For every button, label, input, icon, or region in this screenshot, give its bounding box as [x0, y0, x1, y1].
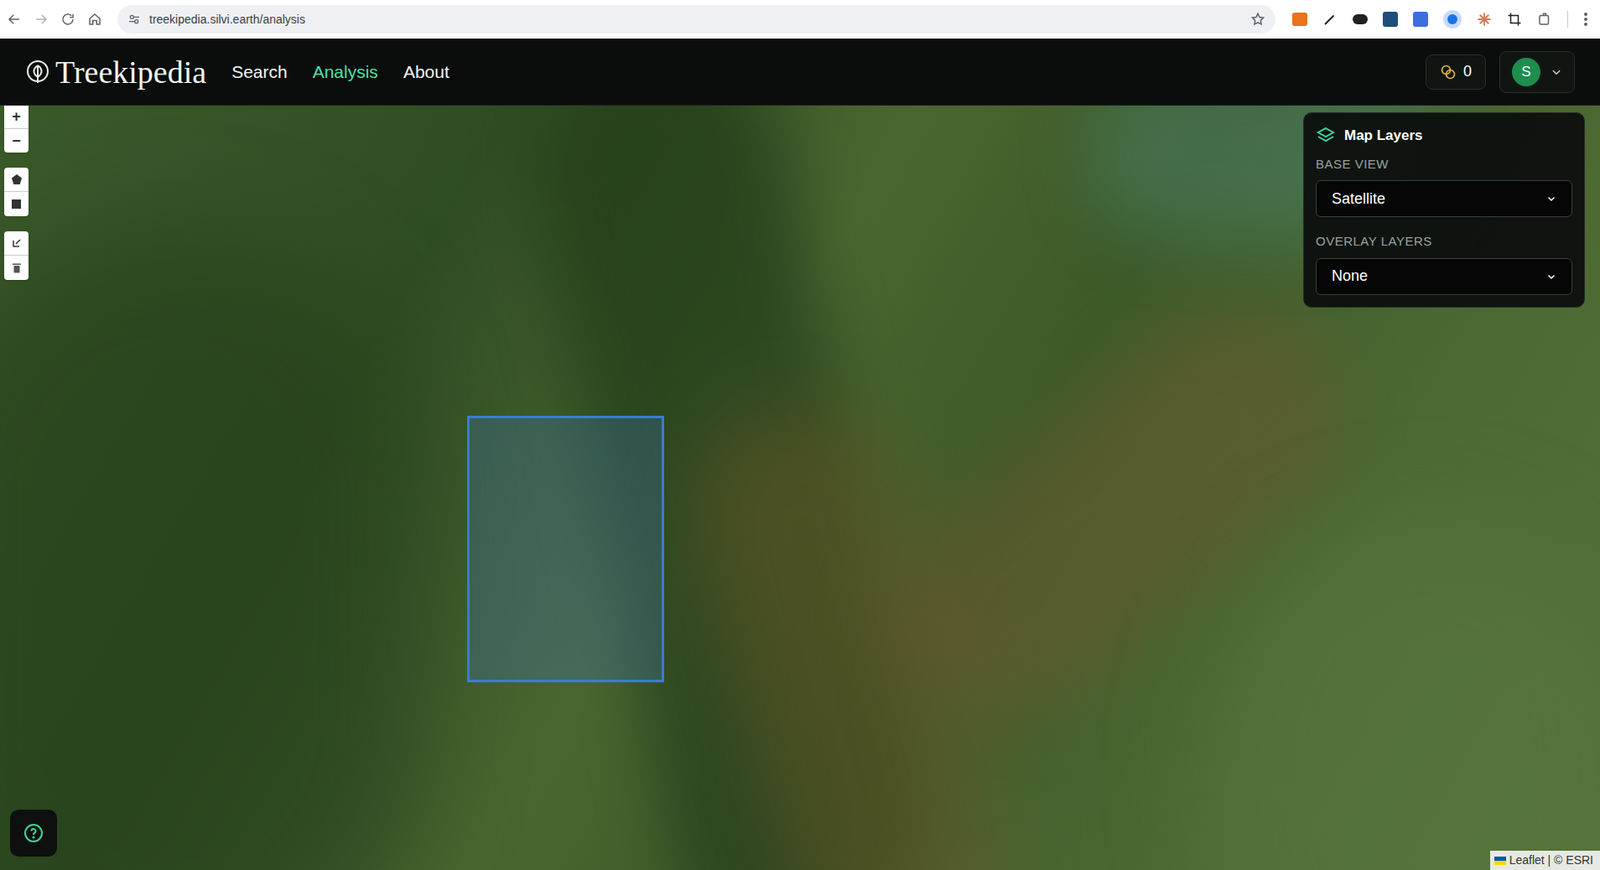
help-icon [23, 823, 44, 844]
avatar[interactable]: S [1511, 57, 1541, 87]
nav-link[interactable]: About [403, 58, 450, 86]
logo[interactable]: Treekipedia [25, 53, 207, 91]
points-count: 0 [1463, 60, 1472, 84]
reload-icon[interactable] [60, 11, 76, 27]
base-view-select[interactable]: Satellite [1315, 180, 1573, 218]
extension-spark-icon[interactable] [1476, 11, 1492, 27]
forward-icon[interactable] [33, 11, 49, 27]
edit-layers-button[interactable] [4, 231, 29, 256]
help-button[interactable] [10, 810, 58, 858]
delete-layers-button[interactable] [4, 255, 29, 281]
overlay-layers-select[interactable]: None [1315, 258, 1573, 296]
site-settings-icon[interactable] [127, 12, 141, 26]
browser-menu-icon[interactable] [1583, 11, 1589, 27]
attribution-text[interactable]: Leaflet | © ESRI [1509, 851, 1596, 870]
polygon-icon [11, 174, 22, 185]
extension-box-icon[interactable] [1382, 11, 1398, 27]
app-navbar: Treekipedia Search Analysis About 0 S [0, 38, 1600, 106]
back-icon[interactable] [6, 11, 22, 27]
extension-chart-icon[interactable] [1412, 11, 1429, 27]
layers-icon [1315, 125, 1336, 146]
chevron-down-icon [1546, 193, 1557, 204]
ukraine-flag-icon [1494, 857, 1507, 866]
home-icon[interactable] [87, 11, 103, 27]
extension-crop-icon[interactable] [1506, 11, 1523, 27]
coins-icon [1439, 63, 1457, 81]
selection-rectangle[interactable] [467, 415, 665, 683]
trash-icon [11, 262, 22, 274]
avatar-initial: S [1521, 61, 1531, 84]
logo-text[interactable]: Treekipedia [55, 53, 207, 91]
overlay-layers-value: None [1331, 264, 1368, 288]
map-attribution: Leaflet | © ESRI [1490, 851, 1600, 870]
extension-fox-icon[interactable] [1292, 12, 1308, 26]
url-text[interactable]: treekipedia.silvi.earth/analysis [149, 10, 306, 29]
points-badge[interactable]: 0 [1425, 54, 1486, 90]
map-layers-panel: Map Layers BASE VIEW Satellite OVERLAY L… [1303, 112, 1585, 308]
zoom-in-button[interactable]: + [4, 105, 29, 130]
nav-link[interactable]: Search [231, 58, 288, 86]
browser-toolbar: treekipedia.silvi.earth/analysis [0, 0, 1600, 39]
draw-rectangle-button[interactable] [4, 192, 29, 217]
extensions-puzzle-icon[interactable] [1537, 11, 1553, 27]
chevron-down-icon[interactable] [1550, 66, 1563, 78]
nav-link[interactable]: Analysis [312, 58, 379, 86]
zoom-control: + − [4, 105, 29, 153]
extension-pen-icon[interactable] [1322, 11, 1338, 27]
edit-icon [11, 238, 22, 249]
user-menu[interactable]: S [1499, 51, 1575, 94]
draw-toolbar [4, 167, 29, 217]
base-view-value: Satellite [1331, 187, 1386, 211]
address-bar[interactable]: treekipedia.silvi.earth/analysis [117, 5, 1276, 34]
rectangle-icon [11, 199, 21, 209]
zoom-out-button[interactable]: − [4, 129, 29, 153]
extension-disc-icon[interactable] [1352, 14, 1368, 25]
map[interactable]: + − Map Layers BASE VIEW [0, 105, 1600, 870]
draw-polygon-button[interactable] [4, 167, 29, 193]
base-view-label: BASE VIEW [1315, 155, 1573, 175]
overlay-layers-label: OVERLAY LAYERS [1315, 232, 1573, 252]
leaf-logo-icon [25, 58, 51, 86]
bookmark-star-icon[interactable] [1250, 11, 1266, 27]
extension-gear-icon[interactable] [1443, 10, 1462, 29]
panel-title: Map Layers [1344, 124, 1424, 147]
edit-toolbar [4, 231, 29, 281]
chevron-down-icon [1546, 271, 1557, 282]
